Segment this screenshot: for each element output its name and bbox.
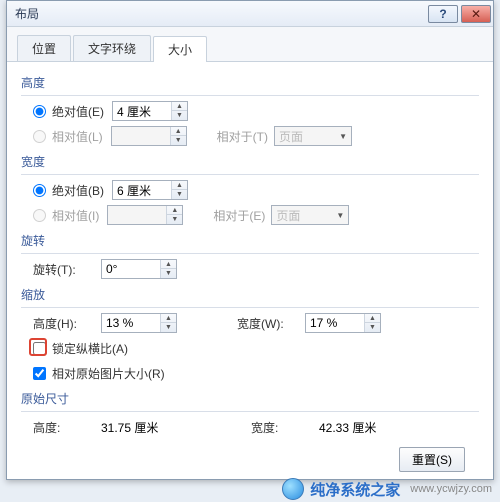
divider [21, 174, 479, 175]
height-relative-radio [33, 130, 46, 143]
watermark-url: www.ycwjzy.com [410, 483, 492, 495]
group-height-label: 高度 [21, 74, 479, 91]
width-relative-row: 相对值(I) ▲▼ 相对于(E) 页面 ▼ [21, 204, 479, 226]
scale-width-input[interactable] [306, 314, 364, 332]
spinner-up-icon: ▲ [167, 206, 182, 215]
height-absolute-label: 绝对值(E) [52, 103, 104, 120]
width-absolute-label: 绝对值(B) [52, 182, 104, 199]
spinner-up-icon: ▲ [171, 127, 186, 136]
divider [21, 411, 479, 412]
height-absolute-row: 绝对值(E) ▲▼ [21, 100, 479, 122]
tab-size[interactable]: 大小 [153, 36, 207, 62]
rotate-spinner[interactable]: ▲▼ [101, 259, 177, 279]
chevron-down-icon: ▼ [339, 132, 347, 141]
scale-height-label: 高度(H): [33, 315, 93, 332]
spinner-down-icon[interactable]: ▼ [161, 269, 176, 278]
width-absolute-input[interactable] [113, 181, 171, 199]
height-relto-select: 页面 ▼ [274, 126, 352, 146]
height-relative-row: 相对值(L) ▲▼ 相对于(T) 页面 ▼ [21, 125, 479, 147]
relative-original-label: 相对原始图片大小(R) [52, 365, 165, 382]
reset-button[interactable]: 重置(S) [399, 447, 465, 472]
scale-width-label: 宽度(W): [237, 315, 297, 332]
spinner-down-icon[interactable]: ▼ [161, 323, 176, 332]
height-relto-value: 页面 [279, 128, 303, 145]
spinner-down-icon[interactable]: ▼ [172, 111, 187, 120]
relative-original-row: 相对原始图片大小(R) [21, 362, 479, 384]
spinner-down-icon[interactable]: ▼ [365, 323, 380, 332]
titlebar: 布局 ? ✕ [7, 1, 493, 27]
original-height-label: 高度: [33, 419, 93, 436]
width-absolute-radio[interactable] [33, 184, 46, 197]
logo-icon [282, 478, 304, 500]
divider [21, 307, 479, 308]
height-absolute-radio[interactable] [33, 105, 46, 118]
spinner-up-icon[interactable]: ▲ [161, 260, 176, 269]
original-height-value: 31.75 厘米 [101, 419, 191, 436]
height-absolute-spinner[interactable]: ▲▼ [112, 101, 188, 121]
width-relto-select: 页面 ▼ [271, 205, 349, 225]
spinner-up-icon[interactable]: ▲ [172, 181, 187, 190]
dialog-window: 布局 ? ✕ 位置 文字环绕 大小 高度 绝对值(E) ▲▼ 相对值(L) ▲▼ [6, 0, 494, 480]
group-width-label: 宽度 [21, 153, 479, 170]
watermark: 纯净系统之家 www.ycwjzy.com [282, 478, 492, 500]
width-relative-input [108, 206, 166, 224]
spinner-down-icon[interactable]: ▼ [172, 190, 187, 199]
footer: 重置(S) [21, 441, 479, 482]
group-original-label: 原始尺寸 [21, 390, 479, 407]
divider [21, 253, 479, 254]
spinner-up-icon[interactable]: ▲ [172, 102, 187, 111]
height-relative-spinner: ▲▼ [111, 126, 187, 146]
width-relative-spinner: ▲▼ [107, 205, 183, 225]
tab-position[interactable]: 位置 [17, 35, 71, 61]
scale-hw-row: 高度(H): ▲▼ 宽度(W): ▲▼ [21, 312, 479, 334]
height-relative-label: 相对值(L) [52, 128, 103, 145]
scale-height-spinner[interactable]: ▲▼ [101, 313, 177, 333]
lock-aspect-label: 锁定纵横比(A) [52, 340, 128, 357]
group-rotate-label: 旋转 [21, 232, 479, 249]
original-width-value: 42.33 厘米 [319, 419, 409, 436]
relative-original-checkbox[interactable] [33, 367, 46, 380]
window-title: 布局 [15, 5, 425, 22]
rotate-row: 旋转(T): ▲▼ [21, 258, 479, 280]
spinner-down-icon: ▼ [167, 215, 182, 224]
scale-height-input[interactable] [102, 314, 160, 332]
spinner-down-icon: ▼ [171, 136, 186, 145]
divider [21, 95, 479, 96]
height-absolute-input[interactable] [113, 102, 171, 120]
help-button[interactable]: ? [428, 5, 458, 23]
width-relative-radio [33, 209, 46, 222]
group-scale-label: 缩放 [21, 286, 479, 303]
original-size-row: 高度: 31.75 厘米 宽度: 42.33 厘米 [21, 416, 479, 438]
spinner-up-icon[interactable]: ▲ [365, 314, 380, 323]
annotation-box [29, 338, 47, 356]
close-button[interactable]: ✕ [461, 5, 491, 23]
watermark-name: 纯净系统之家 [310, 479, 400, 500]
width-relto-value: 页面 [276, 207, 300, 224]
height-relative-input [112, 127, 170, 145]
height-relto-label: 相对于(T) [217, 128, 268, 145]
width-relto-label: 相对于(E) [213, 207, 265, 224]
tabstrip: 位置 文字环绕 大小 [7, 27, 493, 62]
width-relative-label: 相对值(I) [52, 207, 99, 224]
content-pane: 高度 绝对值(E) ▲▼ 相对值(L) ▲▼ 相对于(T) 页面 ▼ [7, 62, 493, 482]
rotate-label: 旋转(T): [33, 261, 93, 278]
tab-textwrap[interactable]: 文字环绕 [73, 35, 151, 61]
width-absolute-row: 绝对值(B) ▲▼ [21, 179, 479, 201]
lock-aspect-row: 锁定纵横比(A) [21, 337, 479, 359]
chevron-down-icon: ▼ [336, 211, 344, 220]
spinner-up-icon[interactable]: ▲ [161, 314, 176, 323]
rotate-input[interactable] [102, 260, 160, 278]
original-width-label: 宽度: [251, 419, 311, 436]
width-absolute-spinner[interactable]: ▲▼ [112, 180, 188, 200]
window-controls: ? ✕ [425, 5, 491, 23]
scale-width-spinner[interactable]: ▲▼ [305, 313, 381, 333]
